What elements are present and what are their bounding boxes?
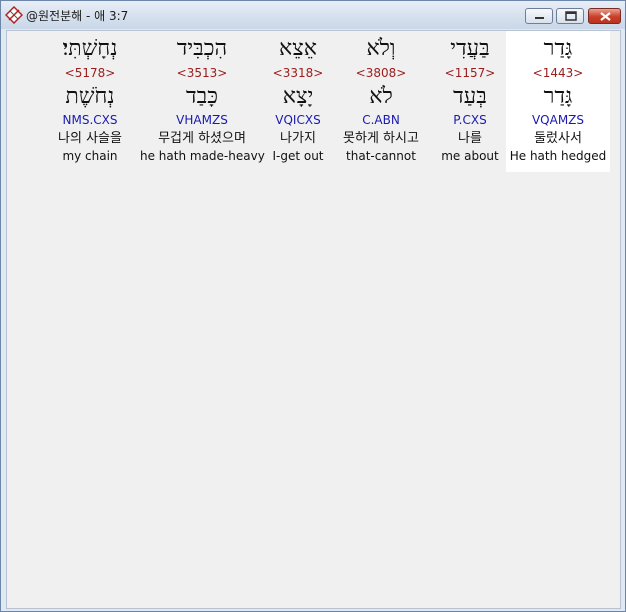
korean-gloss: 나를 [458, 131, 482, 146]
parsing-code: P.CXS [453, 113, 487, 127]
korean-gloss: 나의 사슬을 [58, 131, 122, 146]
english-gloss: me about [441, 149, 499, 163]
minimize-icon [535, 17, 544, 19]
parsing-code: VQAMZS [531, 113, 585, 127]
close-button[interactable] [588, 8, 621, 24]
english-gloss: He hath hedged [509, 149, 607, 163]
english-gloss: that-cannot [346, 149, 416, 163]
strong-number[interactable]: <1443> [506, 66, 610, 80]
english-gloss: he hath made-heavy [140, 149, 265, 163]
hebrew-lemma: לֹא [369, 84, 393, 109]
parsing-code: VQICXS [275, 113, 321, 127]
strong-number[interactable]: <5178> [44, 66, 136, 80]
hebrew-lemma: בְּעַד [453, 84, 487, 109]
parsing-code: C.ABN [362, 113, 400, 127]
hebrew-word: נְחָשְׁתִּי׃ [62, 36, 118, 61]
korean-gloss: 무겁게 하셨으며 [158, 131, 246, 146]
word-column-0[interactable]: גָּדַר <1443> גָּדַר VQAMZS 둘렀사서 He hath… [506, 31, 610, 172]
hebrew-lemma: נְחֹשֶׁת [65, 84, 115, 109]
hebrew-word: גָּדַר [543, 36, 573, 61]
hebrew-lemma: יָצָא [282, 84, 314, 109]
english-gloss: I-get out [272, 149, 324, 163]
title-bar[interactable]: @원전분해 - 애 3:7 [1, 1, 625, 29]
strong-number[interactable]: <3318> [267, 66, 329, 80]
close-icon [600, 12, 611, 21]
interlinear-view: גָּדַר <1443> גָּדַר VQAMZS 둘렀사서 He hath… [6, 30, 621, 609]
strong-number[interactable]: <3808> [333, 66, 429, 80]
parsing-code: NMS.CXS [62, 113, 118, 127]
strong-number[interactable]: <3513> [140, 66, 264, 80]
hebrew-lemma: גָּדַר [543, 84, 573, 109]
parsing-code: VHAMZS [176, 113, 228, 127]
hebrew-word: אֵצֵא [279, 36, 317, 61]
korean-gloss: 나가지 [280, 131, 316, 146]
window-title: @원전분해 - 애 3:7 [26, 9, 129, 23]
korean-gloss: 둘렀사서 [534, 131, 582, 146]
maximize-button[interactable] [556, 8, 584, 24]
hebrew-word: וְלֹא [366, 36, 396, 61]
hebrew-word: בַּעֲדִי [450, 36, 490, 61]
korean-gloss: 못하게 하시고 [343, 131, 419, 146]
app-window: @원전분해 - 애 3:7 גָּדַר <1443> גָּדַר VQAMZ… [0, 0, 626, 612]
hebrew-word: הִכְבִּיד [176, 36, 228, 61]
english-gloss: my chain [62, 149, 118, 163]
hebrew-lemma: כָּבַד [186, 84, 218, 109]
strong-number[interactable]: <1157> [437, 66, 503, 80]
compass-pencil-icon[interactable] [4, 5, 24, 25]
minimize-button[interactable] [525, 8, 553, 24]
